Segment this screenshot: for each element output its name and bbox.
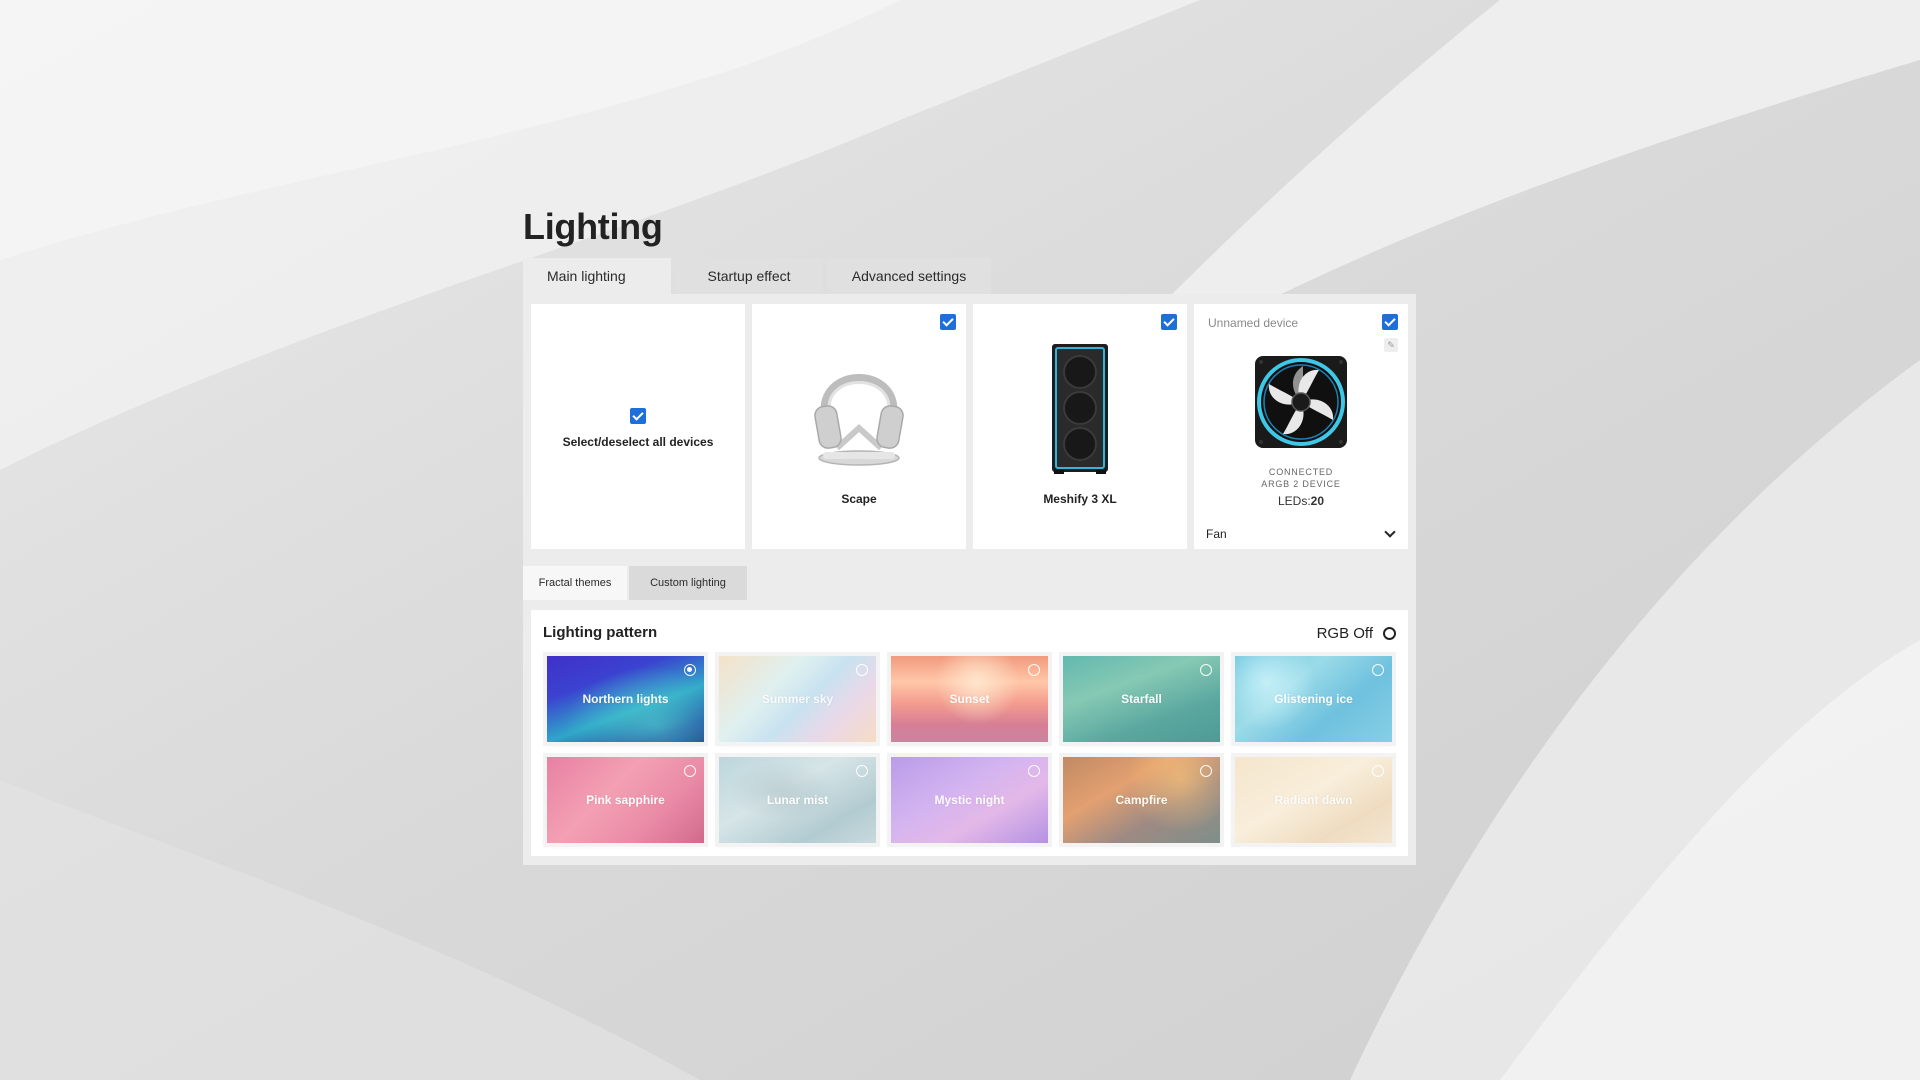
theme-northern-lights[interactable]: Northern lights	[547, 656, 704, 742]
tab-main-lighting[interactable]: Main lighting	[523, 258, 671, 294]
theme-summer-sky[interactable]: Summer sky	[719, 656, 876, 742]
theme-radio-campfire[interactable]	[1200, 765, 1212, 777]
device-card-unnamed[interactable]: Unnamed device ✎ CONNECTED ARGB 2 DEVICE…	[1194, 304, 1408, 549]
main-lighting-panel: Select/deselect all devices Scape Meshif…	[523, 294, 1416, 865]
leds-count: LEDs:20	[1194, 494, 1408, 508]
main-tabs: Main lighting Startup effect Advanced se…	[523, 258, 991, 294]
leds-label: LEDs:	[1277, 494, 1311, 508]
theme-label: Sunset	[949, 692, 990, 706]
device-type-value: Fan	[1206, 527, 1227, 541]
theme-lunar-mist[interactable]: Lunar mist	[719, 757, 876, 843]
theme-label: Campfire	[1115, 793, 1168, 807]
theme-radio-northern-lights[interactable]	[684, 664, 696, 676]
connected-line2: ARGB 2 device	[1261, 479, 1341, 489]
select-all-checkbox[interactable]	[630, 408, 646, 424]
theme-label: Pink sapphire	[586, 793, 665, 807]
tab-startup-effect[interactable]: Startup effect	[675, 258, 823, 294]
theme-radio-sunset[interactable]	[1028, 664, 1040, 676]
tab-custom-lighting[interactable]: Custom lighting	[629, 566, 747, 600]
fan-icon	[1255, 356, 1347, 448]
lighting-pattern-panel: Lighting pattern RGB Off Northern lights…	[531, 610, 1408, 856]
theme-label: Northern lights	[582, 692, 669, 706]
rename-icon[interactable]: ✎	[1384, 338, 1398, 352]
device-checkbox-scape[interactable]	[940, 314, 956, 330]
theme-label: Summer sky	[761, 692, 834, 706]
device-name-meshify: Meshify 3 XL	[1043, 492, 1117, 506]
rgb-off-radio[interactable]	[1383, 627, 1396, 640]
theme-sunset[interactable]: Sunset	[891, 656, 1048, 742]
rgb-off-label: RGB Off	[1316, 625, 1373, 642]
theme-radio-mystic-night[interactable]	[1028, 765, 1040, 777]
connected-caption: Connected ARGB 2 device	[1194, 466, 1408, 490]
headset-icon	[814, 374, 904, 466]
tab-fractal-themes[interactable]: Fractal themes	[523, 566, 627, 600]
theme-campfire[interactable]: Campfire	[1063, 757, 1220, 843]
device-type-select[interactable]: Fan	[1206, 526, 1398, 542]
lighting-sub-tabs: Fractal themes Custom lighting	[523, 566, 747, 600]
theme-radio-glistening-ice[interactable]	[1372, 664, 1384, 676]
theme-radio-radiant-dawn[interactable]	[1372, 765, 1384, 777]
theme-glistening-ice[interactable]: Glistening ice	[1235, 656, 1392, 742]
theme-label: Lunar mist	[766, 793, 829, 807]
leds-value: 20	[1310, 494, 1325, 508]
theme-radio-summer-sky[interactable]	[856, 664, 868, 676]
theme-radio-starfall[interactable]	[1200, 664, 1212, 676]
device-list: Select/deselect all devices Scape Meshif…	[531, 304, 1408, 549]
unnamed-device-label: Unnamed device	[1208, 316, 1299, 330]
select-all-label: Select/deselect all devices	[562, 435, 714, 449]
lighting-pattern-title: Lighting pattern	[543, 624, 658, 641]
themes-grid: Northern lights Summer sky Sunset Starfa…	[547, 656, 1392, 843]
theme-radiant-dawn[interactable]: Radiant dawn	[1235, 757, 1392, 843]
theme-label: Starfall	[1121, 692, 1162, 706]
chevron-down-icon	[1384, 526, 1396, 538]
theme-pink-sapphire[interactable]: Pink sapphire	[547, 757, 704, 843]
select-all-card: Select/deselect all devices	[531, 304, 745, 549]
pc-case-icon	[1052, 344, 1108, 474]
page-title: Lighting	[523, 206, 663, 247]
theme-label: Glistening ice	[1274, 692, 1353, 706]
theme-radio-pink-sapphire[interactable]	[684, 765, 696, 777]
device-checkbox-meshify[interactable]	[1161, 314, 1177, 330]
device-card-scape[interactable]: Scape	[752, 304, 966, 549]
tab-advanced-settings[interactable]: Advanced settings	[827, 258, 991, 294]
device-name-scape: Scape	[841, 492, 877, 506]
device-card-meshify[interactable]: Meshify 3 XL	[973, 304, 1187, 549]
theme-label: Mystic night	[934, 793, 1005, 807]
rgb-off-option[interactable]: RGB Off	[1317, 625, 1396, 642]
theme-starfall[interactable]: Starfall	[1063, 656, 1220, 742]
theme-mystic-night[interactable]: Mystic night	[891, 757, 1048, 843]
theme-radio-lunar-mist[interactable]	[856, 765, 868, 777]
device-checkbox-unnamed[interactable]	[1382, 314, 1398, 330]
connected-line1: Connected	[1268, 467, 1334, 477]
theme-label: Radiant dawn	[1274, 793, 1353, 807]
